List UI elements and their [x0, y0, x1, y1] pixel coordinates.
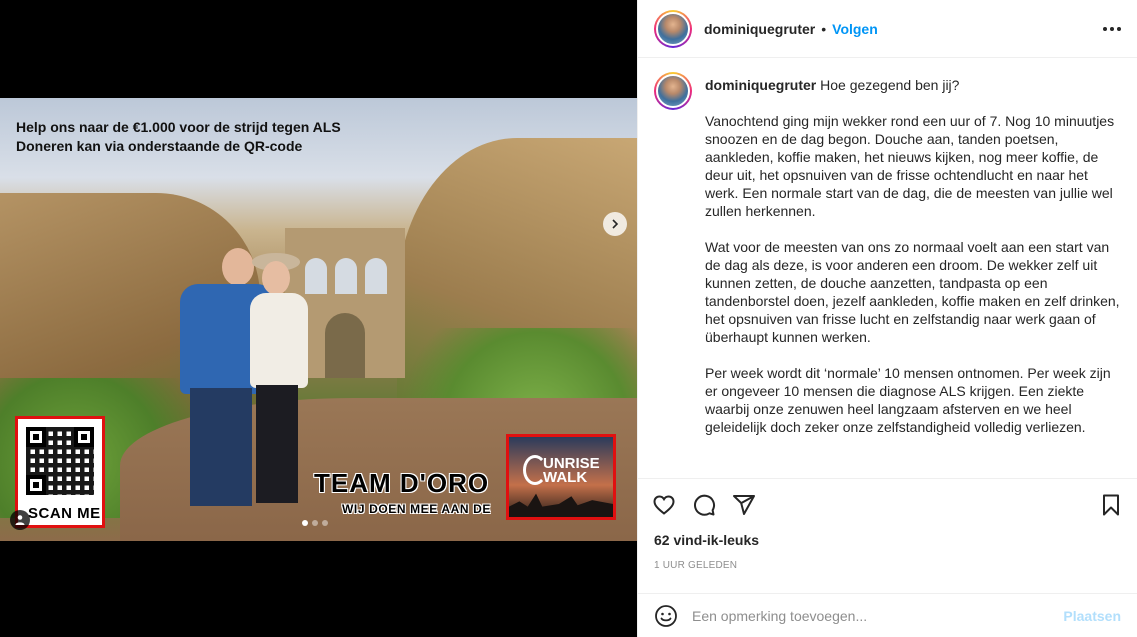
instagram-post: Help ons naar de €1.000 voor de strijd t… [0, 0, 1137, 637]
emoji-icon[interactable] [654, 604, 678, 628]
post-time[interactable]: 1 UUR GELEDEN [638, 560, 1137, 571]
person-legs [256, 385, 298, 503]
header-username[interactable]: dominiquegruter [704, 21, 815, 37]
scan-me-label: SCAN ME [28, 505, 101, 522]
overlay-text: Help ons naar de €1.000 voor de strijd t… [16, 118, 341, 156]
carousel-dot [322, 520, 328, 526]
post-header: dominiquegruter • Volgen [638, 0, 1137, 58]
action-bar [638, 478, 1137, 530]
logo-text: UNRISE WALK [543, 456, 600, 486]
caption-title: Hoe gezegend ben jij? [820, 77, 960, 93]
follow-button[interactable]: Volgen [832, 21, 878, 37]
caption-paragraph: Wat voor de meesten van ons zo normaal v… [705, 239, 1120, 345]
caption-paragraph: Vanochtend ging mijn wekker rond een uur… [705, 113, 1115, 219]
caption-first-line: dominiquegruter Hoe gezegend ben jij? [705, 76, 1121, 94]
post-sidebar: dominiquegruter • Volgen dominiquegruter… [637, 0, 1137, 637]
carousel-next-button[interactable] [603, 212, 627, 236]
sunrise-walk-logo: UNRISE WALK [506, 434, 616, 520]
caption-username[interactable]: dominiquegruter [705, 77, 816, 93]
qr-finder [74, 427, 94, 447]
avatar-image [656, 11, 690, 46]
qr-finder [26, 475, 46, 495]
logo-skyline [509, 493, 613, 517]
comment-input[interactable] [692, 607, 1064, 624]
person-body [250, 293, 308, 388]
person-man [180, 248, 275, 508]
qr-code-box: SCAN ME [15, 416, 105, 528]
logo-text-line-2: WALK [543, 469, 588, 486]
comments-section: dominiquegruter Hoe gezegend ben jij? Va… [638, 58, 1137, 478]
overlay-line-1: Help ons naar de €1.000 voor de strijd t… [16, 119, 341, 135]
heart-icon[interactable] [652, 493, 676, 517]
bridge-arch-main [325, 313, 365, 378]
avatar[interactable] [654, 9, 692, 48]
more-icon [1103, 26, 1107, 31]
post-comment-button[interactable]: Plaatsen [1063, 608, 1121, 624]
overlay-line-2: Doneren kan via onderstaande de QR-code [16, 138, 303, 154]
more-icon-dot [1117, 26, 1121, 31]
separator-bullet: • [821, 20, 827, 37]
bookmark-icon[interactable] [1099, 493, 1123, 517]
likes-count[interactable]: 62 vind-ik-leuks [638, 532, 1137, 548]
more-icon-dot [1110, 26, 1114, 31]
share-icon[interactable] [732, 493, 756, 517]
more-options-button[interactable] [1103, 26, 1121, 31]
team-subtitle: WIJ DOEN MEE AAN DE [342, 502, 491, 516]
person-legs [190, 388, 252, 506]
post-photo[interactable]: Help ons naar de €1.000 voor de strijd t… [0, 98, 637, 541]
chevron-right-icon [612, 219, 619, 229]
user-tag-button[interactable] [10, 510, 30, 530]
carousel-dot [302, 520, 308, 526]
person-head [262, 261, 290, 295]
caption-paragraph: Per week wordt dit ‘normale’ 10 mensen o… [705, 365, 1111, 435]
caption-avatar[interactable] [654, 72, 692, 110]
person-head [222, 248, 254, 286]
caption: dominiquegruter Hoe gezegend ben jij? Va… [654, 72, 1121, 436]
comment-bar: Plaatsen [638, 593, 1137, 637]
caption-body: dominiquegruter Hoe gezegend ben jij? Va… [705, 72, 1121, 436]
bridge-arch [335, 258, 357, 294]
carousel-indicator [302, 520, 328, 526]
comment-icon[interactable] [692, 493, 716, 517]
avatar-image [656, 74, 690, 108]
carousel-dot [312, 520, 318, 526]
bridge-arch [305, 258, 327, 294]
team-title: TEAM D'ORO [314, 468, 490, 498]
qr-finder [26, 427, 46, 447]
bridge-arch [365, 258, 387, 294]
post-media: Help ons naar de €1.000 voor de strijd t… [0, 0, 637, 637]
user-tag-icon [15, 515, 25, 525]
